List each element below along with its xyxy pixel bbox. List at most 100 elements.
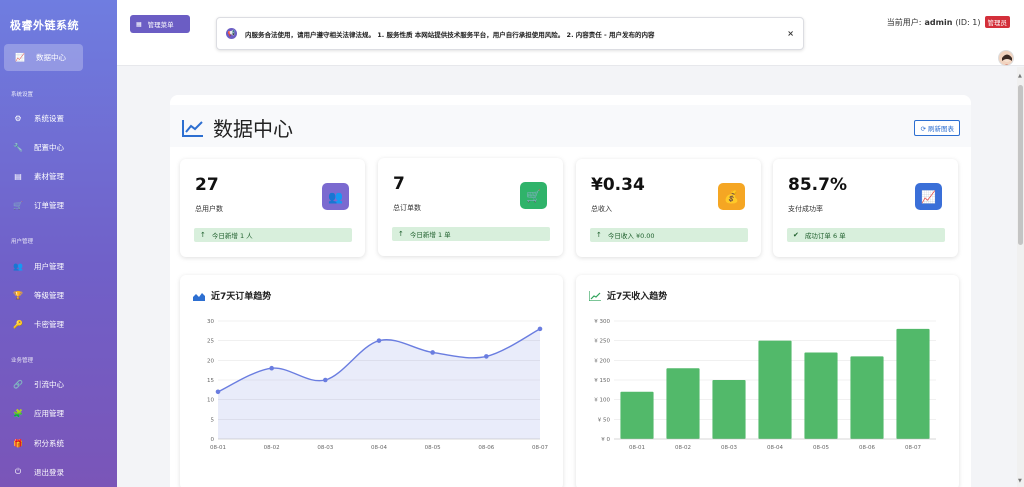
- data-point: [269, 365, 274, 371]
- stat-value: 27: [195, 175, 219, 195]
- sidebar-item-label: 应用管理: [34, 408, 64, 418]
- sidebar-item-label: 数据中心: [36, 53, 66, 62]
- x-tick-label: 08-02: [264, 445, 280, 451]
- sidebar: 极睿外链系统 📈 数据中心 系统设置 ⚙ 系统设置 🔧 配置中心 ▤ 素材管理 …: [0, 0, 117, 487]
- data-point: [484, 354, 489, 359]
- stat-footer: ✔ 成功订单 6 单: [787, 228, 945, 242]
- avatar[interactable]: [998, 50, 1014, 66]
- y-tick-label: ¥ 100: [594, 398, 610, 404]
- sidebar-item-levels[interactable]: 🏆 等级管理: [12, 288, 64, 302]
- main-content: 数据中心 ⟳ 刷新图表 27 总用户数 👥 ↑ 今日新增 1 人 7 总订单数 …: [117, 67, 1017, 487]
- sidebar-item-apps[interactable]: 🧩 应用管理: [12, 406, 64, 420]
- cart-icon: 🛒: [13, 200, 23, 210]
- y-tick-label: 25: [207, 339, 214, 345]
- sidebar-item-label: 引流中心: [34, 379, 64, 389]
- x-tick-label: 08-01: [629, 445, 645, 451]
- users-icon: 👥: [13, 261, 23, 271]
- sidebar-item-points[interactable]: 🎁 积分系统: [12, 436, 64, 450]
- stat-footer: ↑ 今日新增 1 单: [392, 227, 550, 241]
- orders-chart-title-text: 近7天订单趋势: [211, 292, 272, 302]
- sidebar-item-system-settings[interactable]: ⚙ 系统设置: [12, 111, 64, 125]
- bar: [896, 328, 930, 439]
- x-tick-label: 08-02: [675, 445, 691, 451]
- sidebar-item-label: 系统设置: [34, 113, 64, 123]
- y-tick-label: 0: [211, 437, 215, 443]
- gear-icon: ⚙: [14, 113, 22, 123]
- sidebar-item-label: 等级管理: [34, 290, 64, 300]
- bar: [804, 352, 838, 439]
- stat-label: 支付成功率: [788, 205, 823, 213]
- sidebar-item-users[interactable]: 👥 用户管理: [12, 259, 64, 273]
- admin-menu-label: 管理菜单: [147, 21, 174, 29]
- data-point: [323, 377, 328, 383]
- arrow-up-icon: ↑: [398, 230, 404, 238]
- dashboard-panel: 数据中心 ⟳ 刷新图表 27 总用户数 👥 ↑ 今日新增 1 人 7 总订单数 …: [170, 95, 971, 487]
- x-tick-label: 08-04: [371, 445, 387, 451]
- arrow-up-icon: ↑: [200, 231, 206, 239]
- bar: [712, 380, 746, 439]
- link-icon: 🔗: [13, 379, 23, 389]
- orders-chart-title: 近7天订单趋势: [193, 289, 271, 302]
- y-tick-label: 20: [207, 358, 214, 364]
- close-icon[interactable]: ×: [787, 29, 794, 38]
- x-tick-label: 08-06: [859, 445, 875, 451]
- y-tick-label: ¥ 0: [601, 437, 610, 443]
- y-tick-label: 10: [207, 398, 214, 404]
- sidebar-item-label: 配置中心: [34, 142, 64, 152]
- line-chart-icon: [589, 290, 601, 301]
- stat-footer-text: 成功订单 6 单: [804, 232, 846, 240]
- user-prefix: 当前用户:: [886, 17, 922, 27]
- brand-title: 极睿外链系统: [10, 19, 79, 32]
- stat-footer-text: 今日收入 ¥0.00: [607, 232, 655, 240]
- refresh-label: 刷新图表: [928, 125, 954, 133]
- scroll-down-icon[interactable]: ▼: [1018, 478, 1022, 484]
- data-point: [376, 338, 382, 343]
- bar: [850, 356, 884, 439]
- stat-footer-text: 今日新增 1 单: [409, 231, 451, 239]
- refresh-icon: ⟳: [920, 125, 926, 133]
- section-title-users: 用户管理: [11, 239, 34, 245]
- stat-value: ¥0.34: [591, 175, 645, 195]
- username: admin: [924, 17, 953, 27]
- stat-card-users: 27 总用户数 👥 ↑ 今日新增 1 人: [180, 159, 365, 257]
- y-tick-label: ¥ 150: [594, 378, 610, 384]
- revenue-bar-chart: ¥ 0 ¥ 50 ¥ 100 ¥ 150 ¥ 200 ¥ 250 ¥ 300 08-01 08-…: [594, 319, 936, 451]
- scroll-up-icon[interactable]: ▲: [1018, 73, 1022, 79]
- stat-footer-text: 今日新增 1 人: [211, 232, 253, 240]
- sidebar-item-label: 积分系统: [34, 438, 64, 448]
- sidebar-item-dashboard[interactable]: 📈 数据中心: [4, 44, 83, 71]
- wrench-icon: 🔧: [13, 142, 23, 152]
- trophy-icon: 🏆: [13, 290, 23, 300]
- admin-menu-button[interactable]: ▦ 管理菜单: [130, 15, 190, 33]
- chart-icon: 📈: [915, 183, 942, 210]
- sidebar-item-materials[interactable]: ▤ 素材管理: [12, 169, 64, 183]
- y-tick-label: 5: [211, 417, 215, 423]
- key-icon: 🔑: [13, 319, 23, 329]
- money-bag-icon: 💰: [718, 183, 745, 210]
- role-badge: 管理员: [984, 16, 1010, 28]
- gift-icon: 🎁: [13, 438, 23, 448]
- revenue-chart-title-text: 近7天收入趋势: [607, 292, 668, 302]
- users-icon: 👥: [322, 183, 349, 210]
- stat-card-success-rate: 85.7% 支付成功率 📈 ✔ 成功订单 6 单: [773, 159, 958, 257]
- x-tick-label: 08-01: [210, 445, 226, 451]
- refresh-chart-button[interactable]: ⟳ 刷新图表: [914, 120, 960, 136]
- orders-line-chart: 0 5 10 15 20 25 30 08-01 08-02 08-03 08-04 08-05 08-…: [207, 319, 548, 451]
- sidebar-item-traffic[interactable]: 🔗 引流中心: [12, 377, 64, 391]
- user-id: (ID: 1): [955, 17, 981, 27]
- scrollbar-thumb[interactable]: [1018, 85, 1023, 245]
- data-point: [430, 350, 435, 355]
- bar: [620, 391, 654, 439]
- sidebar-item-orders[interactable]: 🛒 订单管理: [12, 198, 64, 212]
- page-title-text: 数据中心: [213, 117, 293, 141]
- power-icon: ⏻: [14, 467, 22, 476]
- sidebar-item-config[interactable]: 🔧 配置中心: [12, 140, 64, 154]
- sidebar-item-label: 素材管理: [34, 171, 64, 181]
- sidebar-item-logout[interactable]: ⏻ 退出登录: [12, 465, 64, 479]
- sidebar-item-cards[interactable]: 🔑 卡密管理: [12, 317, 64, 331]
- file-icon: ▤: [14, 171, 22, 181]
- page-scrollbar[interactable]: ▲ ▼: [1017, 67, 1024, 487]
- revenue-chart-card: 近7天收入趋势 ¥ 0 ¥ 50 ¥ 100 ¥ 150 ¥ 200 ¥ 250 ¥ 300…: [576, 275, 959, 487]
- area-chart-icon: [193, 292, 205, 301]
- stat-label: 总订单数: [393, 204, 421, 212]
